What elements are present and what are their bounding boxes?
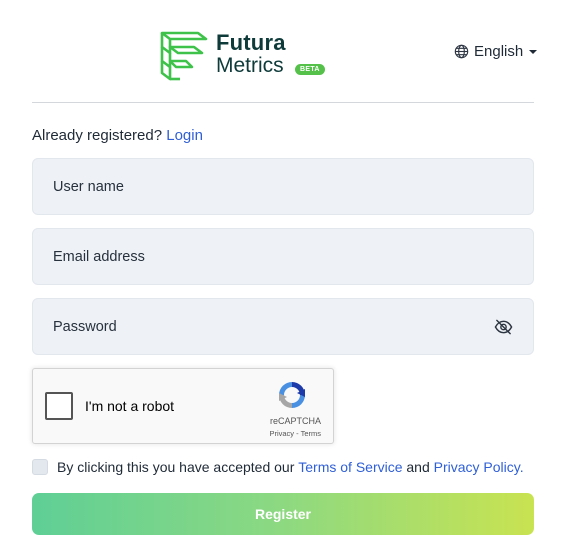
recaptcha-privacy-link[interactable]: Privacy	[269, 429, 294, 438]
globe-icon	[454, 44, 469, 59]
recaptcha-label: I'm not a robot	[85, 398, 175, 414]
terms-of-service-link[interactable]: Terms of Service	[298, 459, 402, 475]
username-input[interactable]	[53, 159, 493, 220]
eye-off-icon[interactable]	[494, 319, 513, 335]
logo-word-futura: Futura	[216, 30, 286, 55]
recaptcha-links-separator: -	[296, 429, 299, 438]
username-field[interactable]	[32, 158, 534, 220]
header-divider	[32, 102, 534, 103]
login-prompt: Already registered? Login	[32, 127, 203, 144]
beta-badge: BETA	[295, 64, 325, 75]
privacy-policy-label: Privacy Policy	[433, 459, 520, 475]
recaptcha-terms-link[interactable]: Terms	[301, 429, 321, 438]
recaptcha-brand: reCAPTCHA	[269, 416, 321, 426]
recaptcha-links: Privacy - Terms	[269, 429, 321, 438]
language-label: English	[474, 43, 524, 60]
terms-conjunction: and	[406, 459, 430, 475]
chevron-down-icon	[529, 49, 538, 54]
logo-word-metrics: Metrics	[216, 54, 284, 77]
language-selector[interactable]: English	[454, 43, 538, 60]
terms-agreement: By clicking this you have accepted our T…	[32, 459, 524, 475]
recaptcha-checkbox[interactable]	[45, 392, 73, 420]
privacy-policy-link[interactable]: Privacy Policy.	[434, 459, 524, 475]
register-button[interactable]: Register	[32, 493, 534, 535]
password-field[interactable]	[32, 298, 534, 360]
register-page: Futura Metrics BETA English Already regi…	[0, 0, 561, 546]
terms-checkbox[interactable]	[32, 459, 48, 475]
futura-logo-mark-icon	[160, 31, 208, 81]
recaptcha-widget: I'm not a robot reCAPTCHA Privacy - Term…	[32, 368, 334, 444]
login-prompt-text: Already registered?	[32, 127, 163, 144]
email-input[interactable]	[53, 229, 493, 290]
futura-metrics-logo: Futura Metrics BETA	[158, 27, 330, 83]
password-input[interactable]	[53, 299, 493, 360]
terms-prefix: By clicking this you have accepted our	[57, 459, 295, 475]
email-field[interactable]	[32, 228, 534, 290]
login-link[interactable]: Login	[166, 127, 203, 144]
privacy-policy-period: .	[519, 459, 524, 475]
recaptcha-logo-icon	[279, 382, 305, 408]
